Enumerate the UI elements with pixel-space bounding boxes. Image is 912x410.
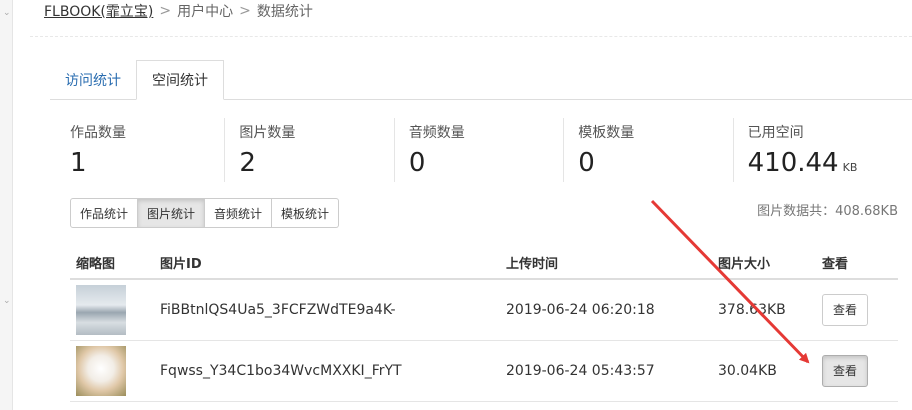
image-size-cell: 378.63KB xyxy=(712,279,816,341)
filter-audio-button[interactable]: 音频统计 xyxy=(205,198,273,228)
stat-label: 作品数量 xyxy=(70,125,126,141)
breadcrumb-home-link[interactable]: FLBOOK(霏立宝) xyxy=(44,1,153,21)
left-sidebar-edge: ⌄ ⌄ xyxy=(0,0,13,410)
column-header-image-id: 图片ID xyxy=(154,246,500,280)
used-space-unit: KB xyxy=(842,161,858,174)
tab-space-stats[interactable]: 空间统计 xyxy=(136,60,224,100)
used-space-value: 410.44 xyxy=(747,148,839,178)
stats-summary: 作品数量 1 图片数量 2 音频数量 0 模板数量 0 已用空间 410.44 K… xyxy=(56,118,902,182)
collapse-chevron-icon: ⌄ xyxy=(3,8,11,18)
tab-bar: 访问统计 空间统计 xyxy=(50,60,224,100)
breadcrumb-separator: > xyxy=(159,3,172,19)
view-button[interactable]: 查看 xyxy=(822,294,869,326)
view-button[interactable]: 查看 xyxy=(822,355,869,387)
image-total-size: 图片数据共：408.68KB xyxy=(757,204,898,219)
filter-images-button[interactable]: 图片统计 xyxy=(138,198,206,228)
table-header-row: 缩略图 图片ID 上传时间 图片大小 查看 xyxy=(70,246,898,280)
image-table: 缩略图 图片ID 上传时间 图片大小 查看 FiBBtnlQS4Ua5_3FCF… xyxy=(70,246,898,402)
stat-images: 图片数量 2 xyxy=(224,118,393,182)
image-size-cell: 30.04KB xyxy=(712,340,816,402)
upload-time-cell: 2019-06-24 05:43:57 xyxy=(500,340,712,402)
stat-templates: 模板数量 0 xyxy=(563,118,732,182)
table-row: FiBBtnlQS4Ua5_3FCFZWdTE9a4K- 2019-06-24 … xyxy=(70,279,898,341)
stat-label: 已用空间 xyxy=(747,125,804,141)
stat-label: 音频数量 xyxy=(408,125,465,141)
stat-label: 模板数量 xyxy=(578,125,635,141)
stat-audio: 音频数量 0 xyxy=(393,118,563,182)
breadcrumb: FLBOOK(霏立宝) > 用户中心 > 数据统计 xyxy=(44,0,313,22)
column-header-thumbnail: 缩略图 xyxy=(70,246,154,280)
breadcrumb-current: 数据统计 xyxy=(256,4,313,20)
upload-time-cell: 2019-06-24 06:20:18 xyxy=(500,279,712,341)
tab-visit-stats[interactable]: 访问统计 xyxy=(50,60,136,100)
filter-templates-button[interactable]: 模板统计 xyxy=(272,198,340,228)
column-header-view: 查看 xyxy=(816,246,898,280)
image-id-cell: Fqwss_Y34C1bo34WvcMXXKI_FrYT xyxy=(154,340,500,402)
column-header-image-size: 图片大小 xyxy=(712,246,816,280)
stat-used-space: 已用空间 410.44 KB xyxy=(732,118,902,182)
stat-value: 0 xyxy=(408,148,426,178)
breadcrumb-separator: > xyxy=(239,3,251,19)
table-row: Fqwss_Y34C1bo34WvcMXXKI_FrYT 2019-06-24 … xyxy=(70,340,898,402)
divider xyxy=(30,36,912,37)
stats-filter-group: 作品统计 图片统计 音频统计 模板统计 xyxy=(70,198,340,228)
stat-value: 1 xyxy=(70,148,87,178)
breadcrumb-user-center[interactable]: 用户中心 xyxy=(177,1,233,21)
collapse-chevron-icon: ⌄ xyxy=(3,296,11,306)
stat-value: 2 xyxy=(239,148,256,178)
stat-value: 0 xyxy=(578,148,595,178)
filter-works-button[interactable]: 作品统计 xyxy=(70,198,139,228)
stat-label: 图片数量 xyxy=(239,125,296,141)
stat-works: 作品数量 1 xyxy=(56,118,224,182)
stat-value: 410.44 KB xyxy=(748,148,902,178)
puppy-photo-thumbnail xyxy=(76,346,126,396)
image-id-cell: FiBBtnlQS4Ua5_3FCFZWdTE9a4K- xyxy=(154,279,500,341)
column-header-upload-time: 上传时间 xyxy=(500,246,712,280)
hall-photo-thumbnail xyxy=(76,285,126,335)
